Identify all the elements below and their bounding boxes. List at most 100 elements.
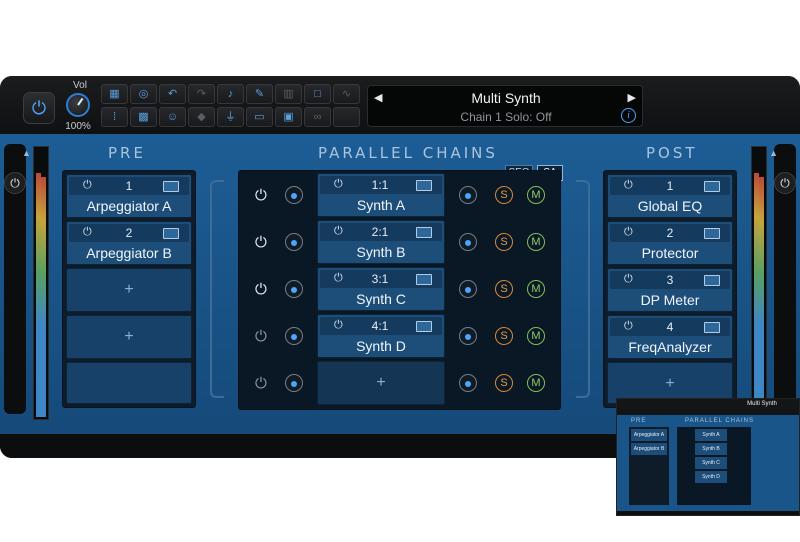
output-power-button[interactable]: ⏻ [774, 172, 796, 194]
power-icon[interactable]: ⏻ [334, 225, 343, 238]
window-icon[interactable] [163, 228, 179, 239]
mute-button[interactable]: M [527, 374, 545, 392]
up-arrow-icon: ▲ [769, 148, 778, 158]
square-icon[interactable]: □ [304, 84, 331, 104]
chain-power-icon[interactable]: ⏻ [255, 375, 267, 392]
grid-icon[interactable]: ▦ [101, 84, 128, 104]
pre-slot[interactable]: ⏻ 2 Arpeggiator B [66, 221, 192, 265]
midi-icon[interactable]: ♪ [217, 84, 244, 104]
window-icon[interactable] [416, 321, 432, 332]
window-icon[interactable]: ▭ [246, 107, 273, 127]
volume-knob[interactable] [66, 93, 90, 117]
slot-header: ⏻ 2 [69, 224, 189, 242]
diamond-icon[interactable]: ◆ [188, 107, 215, 127]
power-icon[interactable]: ⏻ [83, 179, 92, 192]
chain-power-icon[interactable]: ⏻ [255, 328, 267, 345]
chain-input-knob[interactable] [285, 186, 303, 204]
mute-button[interactable]: M [527, 280, 545, 298]
chain-row: ⏻ ⏻ 1:1 Synth A S M [239, 173, 562, 219]
power-icon[interactable]: ⏻ [624, 179, 633, 192]
window-icon[interactable] [416, 180, 432, 191]
post-slot[interactable]: ⏻ 1 Global EQ [607, 174, 733, 218]
post-slot[interactable]: ⏻ 3 DP Meter [607, 268, 733, 312]
chain-input-knob[interactable] [285, 280, 303, 298]
chain-gain-knob[interactable] [459, 233, 477, 251]
solo-button[interactable]: S [495, 186, 513, 204]
window-icon[interactable] [163, 181, 179, 192]
power-icon[interactable]: ⏻ [624, 273, 633, 286]
plug-icon[interactable]: ⏚ [217, 107, 244, 127]
mute-button[interactable]: M [527, 233, 545, 251]
slot-header: ⏻ 3:1 [320, 270, 442, 288]
thumb-chain-slot: Synth A [695, 429, 727, 441]
pen-icon[interactable]: ✎ [246, 84, 273, 104]
power-icon[interactable]: ⏻ [334, 272, 343, 285]
solo-button[interactable]: S [495, 327, 513, 345]
chain-power-icon[interactable]: ⏻ [255, 187, 267, 204]
chain-input-knob[interactable] [285, 233, 303, 251]
window2-icon[interactable]: ▣ [275, 107, 302, 127]
post-title: POST [646, 144, 698, 162]
redo-icon[interactable]: ↷ [188, 84, 215, 104]
chain-slot[interactable]: ⏻ 3:1 Synth C [317, 267, 445, 311]
solo-button[interactable]: S [495, 374, 513, 392]
bars-icon[interactable]: ▥ [275, 84, 302, 104]
window-icon[interactable] [704, 322, 720, 333]
chain-gain-knob[interactable] [459, 186, 477, 204]
slot-number: 4:1 [371, 319, 389, 333]
chain-gain-knob[interactable] [459, 374, 477, 392]
input-power-button[interactable]: ⏻ [4, 172, 26, 194]
slot-number: 4 [666, 320, 674, 334]
chain-input-knob[interactable] [285, 327, 303, 345]
chain-power-icon[interactable]: ⏻ [255, 234, 267, 251]
dots-icon[interactable]: ⁞ [101, 107, 128, 127]
chain-slot[interactable]: ⏻ 2:1 Synth B [317, 220, 445, 264]
blank-icon[interactable] [333, 107, 360, 127]
window-icon[interactable] [416, 227, 432, 238]
person-icon[interactable]: ☺ [159, 107, 186, 127]
thumb-slot: Arpeggiator B [631, 443, 667, 455]
window-icon[interactable] [704, 228, 720, 239]
slot-header: ⏻ 1 [610, 177, 730, 195]
pre-empty-slot[interactable]: + [66, 315, 192, 359]
mute-button[interactable]: M [527, 327, 545, 345]
solo-button[interactable]: S [495, 233, 513, 251]
chain-gain-knob[interactable] [459, 280, 477, 298]
chain-gain-knob[interactable] [459, 327, 477, 345]
undo-icon[interactable]: ↶ [159, 84, 186, 104]
power-icon[interactable]: ⏻ [83, 226, 92, 239]
power-icon[interactable]: ⏻ [624, 226, 633, 239]
preset-name[interactable]: Multi Synth [368, 90, 644, 106]
slot-header: ⏻ 2:1 [320, 223, 442, 241]
post-slot[interactable]: ⏻ 2 Protector [607, 221, 733, 265]
power-icon[interactable]: ⏻ [624, 320, 633, 333]
window-icon[interactable] [704, 275, 720, 286]
pre-empty-slot[interactable]: + [66, 268, 192, 312]
chain-input-knob[interactable] [285, 374, 303, 392]
chain-empty-slot[interactable]: + [317, 361, 445, 405]
curve-icon[interactable]: ∿ [333, 84, 360, 104]
chain-slot[interactable]: ⏻ 1:1 Synth A [317, 173, 445, 217]
thumb-slot: Arpeggiator A [631, 429, 667, 441]
post-slot[interactable]: ⏻ 4 FreqAnalyzer [607, 315, 733, 359]
solo-button[interactable]: S [495, 280, 513, 298]
main-panel: ⏻ ⏻ ▲ ▲ PRE PARALLEL CHAINS POST SEQ SA [0, 134, 800, 434]
preset-next-button[interactable]: ▶ [628, 91, 636, 104]
power-icon[interactable]: ⏻ [334, 319, 343, 332]
meter-bar [41, 177, 46, 417]
window-icon[interactable] [416, 274, 432, 285]
input-meter [33, 146, 49, 420]
pre-slot[interactable]: ⏻ 1 Arpeggiator A [66, 174, 192, 218]
chain-slot[interactable]: ⏻ 4:1 Synth D [317, 314, 445, 358]
pattern-icon[interactable]: ▩ [130, 107, 157, 127]
mute-button[interactable]: M [527, 186, 545, 204]
master-power-button[interactable]: ⏻ [23, 92, 55, 124]
chain-power-icon[interactable]: ⏻ [255, 281, 267, 298]
power-icon[interactable]: ⏻ [334, 178, 343, 191]
cycle-icon[interactable]: ◎ [130, 84, 157, 104]
window-icon[interactable] [704, 181, 720, 192]
link-icon[interactable]: ∞ [304, 107, 331, 127]
slot-name: Synth D [356, 338, 406, 354]
info-icon[interactable]: i [621, 108, 636, 123]
pre-blank-slot[interactable] [66, 362, 192, 404]
